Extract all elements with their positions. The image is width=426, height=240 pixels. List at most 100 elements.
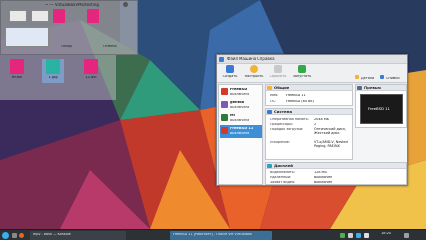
preview-header[interactable]: Превью <box>356 85 406 91</box>
thumbnail-preview <box>31 10 49 22</box>
file-item[interactable]: 1.jpg <box>42 59 64 83</box>
system-value: Оптический диск, Жесткий диск <box>314 127 347 135</box>
system-icon <box>267 110 272 114</box>
clipboard-icon[interactable] <box>356 233 361 238</box>
vm-state: Выключена <box>230 106 250 109</box>
system-key: Ускорение: <box>270 141 290 144</box>
general-icon <box>267 86 272 90</box>
file-item[interactable]: fff.avi <box>6 59 28 83</box>
virtualbox-window: Файл Машина Справка Создать Настроить Сб… <box>216 54 408 186</box>
browse-button[interactable]: Обзор <box>61 45 72 48</box>
vm-name: FreeBSD <box>230 88 248 91</box>
discard-icon <box>274 65 282 73</box>
system-title: Система <box>274 110 293 114</box>
video-file-icon <box>84 59 98 74</box>
display-value: Выключен <box>314 176 333 179</box>
start-icon <box>298 65 306 73</box>
vm-list-item[interactable]: FreeBSD Выключена <box>220 86 262 99</box>
system-key: Оперативная память: <box>270 118 309 121</box>
general-value: FreeBSD 11 <box>286 94 306 97</box>
start-button[interactable]: Запустить <box>291 65 313 82</box>
vm-state: Выключена <box>230 93 250 96</box>
image-preview <box>5 27 49 47</box>
file-label: fff.avi <box>12 76 22 79</box>
discard-button-label: Сбросить <box>269 75 287 78</box>
vm-list: FreeBSD Выключена gentoo Выключена Mi Вы… <box>218 84 263 185</box>
display-key: Видеопамять: <box>270 171 296 174</box>
os-icon <box>221 88 228 95</box>
settings-icon <box>250 65 258 73</box>
snapshots-icon <box>380 75 384 79</box>
os-icon <box>221 114 228 121</box>
file-label: 1.jpg <box>48 76 58 79</box>
menu-help[interactable]: Справка <box>257 57 275 61</box>
general-key: Имя: <box>270 94 279 97</box>
file-item[interactable]: 11.avi <box>80 59 102 83</box>
system-value: VT-x/AMD-V, Nested Paging, PAE/NX <box>314 140 348 148</box>
system-value: 2 <box>314 123 317 126</box>
system-value: 2048 МБ <box>314 118 329 121</box>
file-icon <box>53 9 65 23</box>
os-icon <box>221 101 228 108</box>
show-desktop-icon[interactable] <box>404 233 409 238</box>
system-header[interactable]: Система <box>266 109 352 115</box>
settings-button[interactable]: Настроить <box>243 65 265 82</box>
task-label: FreeBSD 11 [Работает] - Oracle VM Virtua… <box>173 233 252 236</box>
new-button[interactable]: Создать <box>219 65 241 82</box>
general-panel: Общие Имя: FreeBSD 11 ОС: FreeBSD (64 bi… <box>265 84 353 106</box>
notifications-icon[interactable] <box>364 233 369 238</box>
video-file-icon <box>10 59 24 74</box>
general-header[interactable]: Общие <box>266 85 352 91</box>
display-title: Дисплей <box>274 164 293 168</box>
discard-button[interactable]: Сбросить <box>267 65 289 82</box>
file-manager-icon[interactable] <box>12 233 17 238</box>
volume-icon[interactable] <box>348 233 353 238</box>
cancel-button[interactable]: Отмена <box>103 45 117 48</box>
file-icon <box>87 9 99 23</box>
general-title: Общие <box>274 86 290 90</box>
browser-icon[interactable] <box>19 233 24 238</box>
image-file-icon <box>46 59 60 74</box>
file-dialog: ~ — VirtualBoxVMs/testing Обзор Отмена <box>0 0 138 55</box>
details-pane: Общие Имя: FreeBSD 11 ОС: FreeBSD (64 bi… <box>265 84 407 185</box>
file-label: 11.avi <box>85 76 97 79</box>
menu-machine[interactable]: Машина <box>239 57 256 61</box>
vm-list-item-selected[interactable]: FreeBSD 11 Выключена <box>220 125 262 138</box>
menu-bar: Файл Машина Справка <box>217 55 407 64</box>
display-panel: Дисплей Видеопамять: 128 МБ Удалённый: В… <box>265 162 407 185</box>
vm-state: Выключена <box>230 119 250 122</box>
vm-name: FreeBSD 11 <box>230 127 254 130</box>
display-icon <box>267 164 272 168</box>
thumbnail-preview <box>9 10 27 22</box>
new-button-label: Создать <box>222 75 238 78</box>
system-key: Процессоры: <box>270 123 293 126</box>
preview-title: Превью <box>364 86 381 90</box>
vm-list-item[interactable]: gentoo Выключена <box>220 99 262 112</box>
details-toggle[interactable]: Детали <box>361 77 374 83</box>
vm-state: Выключена <box>230 132 250 135</box>
preview-panel: Превью FreeBSD 11 <box>355 84 407 128</box>
vm-name: gentoo <box>230 101 245 104</box>
menu-file[interactable]: Файл <box>227 57 238 61</box>
new-icon <box>226 65 234 73</box>
display-value: 128 МБ <box>314 171 327 174</box>
display-header[interactable]: Дисплей <box>266 163 406 169</box>
task-label: mpv - bash — Konsole <box>33 233 71 236</box>
system-panel: Система Оперативная память: 2048 МБ Проц… <box>265 108 353 160</box>
display-key: Захват видео: <box>270 181 296 184</box>
preview-screen: FreeBSD 11 <box>360 94 403 124</box>
snapshots-toggle[interactable]: Снимки <box>386 77 400 83</box>
task-konsole[interactable]: mpv - bash — Konsole <box>30 231 126 240</box>
app-launcher-icon[interactable] <box>2 232 9 239</box>
vm-list-item[interactable]: Mi Выключена <box>220 112 262 125</box>
network-icon[interactable] <box>340 233 345 238</box>
settings-button-label: Настроить <box>244 75 264 78</box>
task-virtualbox[interactable]: FreeBSD 11 [Работает] - Oracle VM Virtua… <box>170 231 272 240</box>
toolbar: Создать Настроить Сбросить Запустить Дет… <box>217 64 407 83</box>
close-icon[interactable] <box>123 2 128 7</box>
vm-name: Mi <box>230 114 235 117</box>
preview-screen-text: FreeBSD 11 <box>368 107 390 111</box>
clock[interactable]: 18:20 <box>381 232 391 236</box>
app-icon <box>219 57 224 62</box>
general-value: FreeBSD (64 bit) <box>286 100 314 103</box>
